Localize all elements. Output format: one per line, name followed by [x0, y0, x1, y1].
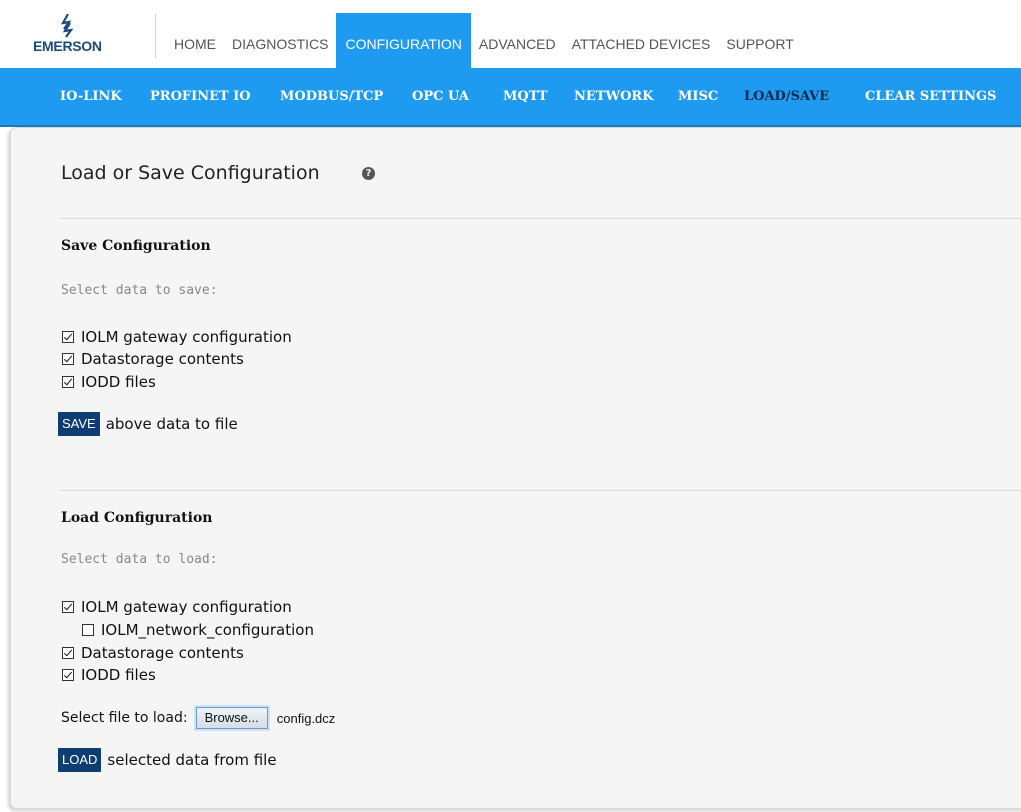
subnav-item-profinet-io[interactable]: PROFINET IO — [150, 68, 251, 125]
load-button-suffix: selected data from file — [107, 751, 277, 769]
load-option-label: IOLM_network_configuration — [101, 621, 314, 639]
emerson-logo-mark-icon — [60, 14, 74, 38]
sub-nav: IO-LINK PROFINET IO MODBUS/TCP OPC UA MQ… — [0, 68, 1021, 127]
load-option-label: IOLM gateway configuration — [81, 598, 292, 616]
subnav-item-network[interactable]: NETWORK — [574, 68, 654, 125]
subnav-item-mqtt[interactable]: MQTT — [503, 68, 548, 125]
checkbox-checked-icon[interactable] — [62, 669, 74, 681]
save-button[interactable]: SAVE — [58, 412, 100, 436]
save-section-title: Save Configuration — [61, 238, 211, 254]
section-divider — [60, 490, 1021, 491]
load-option-datastorage[interactable]: Datastorage contents — [62, 643, 244, 663]
emerson-logo[interactable]: EMERSON — [33, 14, 125, 58]
load-section-title: Load Configuration — [61, 510, 213, 526]
save-action-row: SAVE above data to file — [58, 411, 238, 437]
subnav-item-misc[interactable]: MISC — [678, 68, 718, 125]
nav-tab-configuration[interactable]: CONFIGURATION — [336, 13, 471, 68]
save-option-label: IODD files — [81, 373, 156, 391]
nav-tab-advanced[interactable]: ADVANCED — [471, 13, 564, 68]
load-action-row: LOAD selected data from file — [58, 747, 277, 773]
load-option-label: IODD files — [81, 666, 156, 684]
section-divider — [60, 218, 1021, 219]
page-title: Load or Save Configuration — [61, 162, 320, 184]
selected-file-name: config.dcz — [276, 710, 336, 726]
file-select-row: Select file to load: Browse... config.dc… — [61, 705, 336, 731]
save-option-iodd-files[interactable]: IODD files — [62, 372, 156, 392]
subnav-item-modbus-tcp[interactable]: MODBUS/TCP — [280, 68, 383, 125]
brand-name: EMERSON — [33, 38, 102, 54]
top-bar: EMERSON HOME DIAGNOSTICS CONFIGURATION A… — [0, 0, 1021, 68]
subnav-item-load-save[interactable]: LOAD/SAVE — [744, 68, 829, 125]
load-button[interactable]: LOAD — [58, 748, 102, 772]
load-option-network-config[interactable]: IOLM_network_configuration — [82, 620, 314, 640]
logo-divider — [155, 14, 156, 58]
nav-tab-home[interactable]: HOME — [166, 13, 224, 68]
question-circle-icon[interactable]: ? — [362, 167, 375, 180]
browse-button[interactable]: Browse... — [193, 705, 270, 731]
load-option-iodd-files[interactable]: IODD files — [62, 665, 156, 685]
load-option-label: Datastorage contents — [81, 644, 244, 662]
save-option-gateway-config[interactable]: IOLM gateway configuration — [62, 327, 292, 347]
save-hint: Select data to save: — [61, 283, 218, 298]
nav-tab-attached-devices[interactable]: ATTACHED DEVICES — [564, 13, 719, 68]
save-option-label: Datastorage contents — [81, 350, 244, 368]
file-select-label: Select file to load: — [61, 710, 188, 726]
checkbox-unchecked-icon[interactable] — [82, 624, 94, 636]
load-hint: Select data to load: — [61, 552, 218, 567]
nav-tab-diagnostics[interactable]: DIAGNOSTICS — [224, 13, 336, 68]
checkbox-checked-icon[interactable] — [62, 353, 74, 365]
checkbox-checked-icon[interactable] — [62, 376, 74, 388]
subnav-item-opc-ua[interactable]: OPC UA — [412, 68, 469, 125]
save-option-datastorage[interactable]: Datastorage contents — [62, 349, 244, 369]
checkbox-checked-icon[interactable] — [62, 601, 74, 613]
subnav-item-io-link[interactable]: IO-LINK — [60, 68, 122, 125]
save-option-label: IOLM gateway configuration — [81, 328, 292, 346]
main-nav: HOME DIAGNOSTICS CONFIGURATION ADVANCED … — [166, 13, 802, 68]
checkbox-checked-icon[interactable] — [62, 647, 74, 659]
nav-tab-support[interactable]: SUPPORT — [718, 13, 801, 68]
load-option-gateway-config[interactable]: IOLM gateway configuration — [62, 597, 292, 617]
save-button-suffix: above data to file — [105, 415, 238, 433]
subnav-item-clear-settings[interactable]: CLEAR SETTINGS — [865, 68, 996, 125]
checkbox-checked-icon[interactable] — [62, 331, 74, 343]
